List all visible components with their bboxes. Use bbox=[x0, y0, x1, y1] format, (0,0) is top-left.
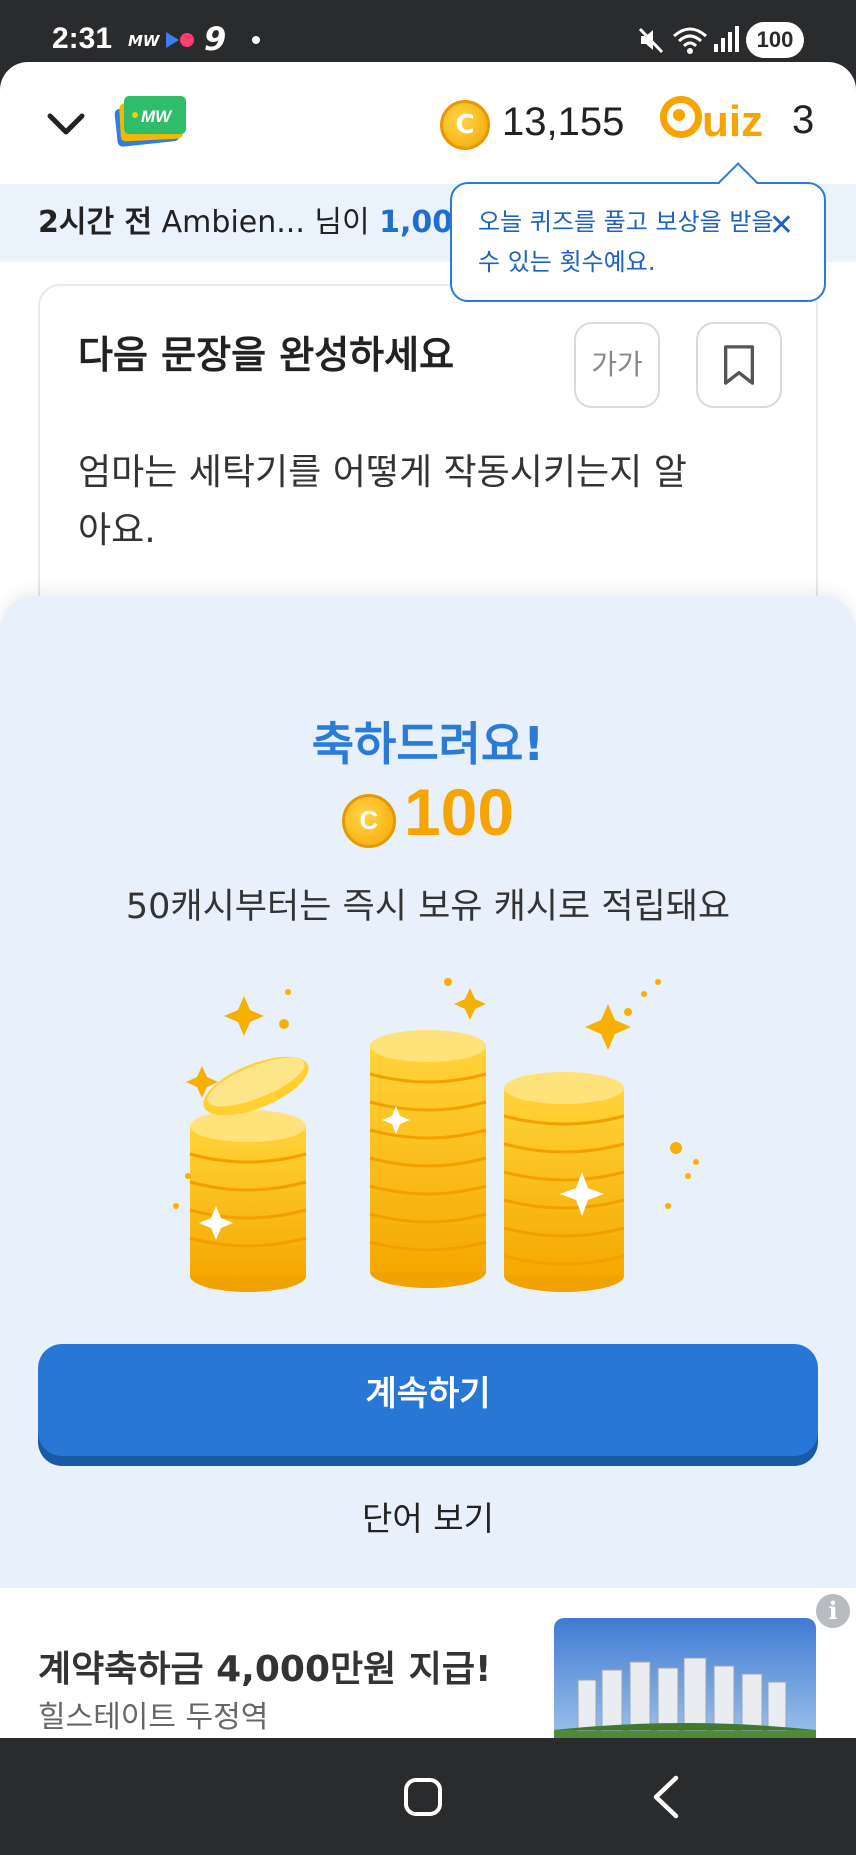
ticker-time: 2시간 전 bbox=[38, 205, 153, 240]
ticker-amount: 1,00 bbox=[379, 205, 454, 240]
home-icon[interactable] bbox=[404, 1778, 442, 1816]
app-logo: MW bbox=[114, 96, 186, 147]
notification-dot-icon bbox=[252, 36, 260, 44]
coin-icon: C bbox=[440, 100, 490, 150]
ad-title: 계약축하금 4,000만원 지급! bbox=[38, 1649, 492, 1690]
reward-title: 축하드려요! bbox=[311, 717, 545, 771]
ad-banner[interactable]: i 계약축하금 4,000만원 지급! 힐스테이트 두정역 bbox=[0, 1588, 856, 1738]
coin-stack-illustration bbox=[173, 978, 699, 1292]
wifi-icon bbox=[673, 27, 707, 54]
ad-info-icon[interactable]: i bbox=[816, 1594, 850, 1628]
quiz-count-tooltip: 오늘 퀴즈를 풀고 보상을 받을 수 있는 횟수예요. ✕ bbox=[450, 182, 826, 302]
question-sentence: 엄마는 세탁기를 어떻게 작동시키는지 알아요. bbox=[78, 452, 687, 551]
battery-indicator: 100 bbox=[746, 22, 804, 58]
quiz-q-icon bbox=[660, 96, 702, 138]
continue-button[interactable]: 계속하기 bbox=[38, 1344, 818, 1456]
coin-icon: C bbox=[341, 793, 396, 848]
logo-text: MW bbox=[141, 107, 173, 126]
tooltip-text: 오늘 퀴즈를 풀고 보상을 받을 수 있는 횟수예요. bbox=[478, 208, 774, 276]
ticker-text: Ambien... 님이 bbox=[152, 205, 380, 240]
font-size-button[interactable]: 가가 bbox=[574, 322, 660, 408]
view-words-link[interactable]: 단어 보기 bbox=[0, 1492, 856, 1540]
question-card: 다음 문장을 완성하세요 가가 엄마는 세탁기를 어떻게 작동시키는지 알아요. bbox=[38, 284, 818, 686]
question-title: 다음 문장을 완성하세요 bbox=[78, 333, 455, 377]
bookmark-icon bbox=[723, 345, 755, 385]
reward-notice: 50캐시부터는 즉시 보유 캐시로 적립돼요 bbox=[125, 887, 731, 927]
mute-icon bbox=[638, 27, 664, 54]
system-nav-bar bbox=[0, 1738, 856, 1855]
ad-subtitle: 힐스테이트 두정역 bbox=[38, 1700, 269, 1735]
bookmark-button[interactable] bbox=[696, 322, 782, 408]
coin-balance: 13,155 bbox=[502, 100, 625, 144]
ad-apartment-image[interactable] bbox=[554, 1618, 816, 1738]
back-icon[interactable] bbox=[646, 1774, 686, 1820]
close-icon[interactable]: ✕ bbox=[769, 206, 794, 246]
app-screen: MW C 13,155 uiz 3 2시간 전 Ambien... 님이 1,0… bbox=[0, 62, 856, 1738]
quiz-count: 3 bbox=[792, 98, 815, 142]
media-play-icon bbox=[166, 32, 179, 48]
app-nine-icon: 9 bbox=[204, 20, 227, 58]
reward-amount: 100 bbox=[403, 775, 515, 849]
reward-amount-row: C 100 bbox=[0, 774, 856, 850]
recording-dot-icon bbox=[180, 33, 194, 47]
signal-icon bbox=[714, 26, 739, 52]
reward-sheet: 축하드려요! C 100 50캐시부터는 즉시 보유 캐시로 적립돼요 계속하기… bbox=[0, 596, 856, 1588]
quiz-logo[interactable]: uiz bbox=[660, 96, 763, 148]
chevron-down-icon[interactable] bbox=[44, 102, 88, 146]
quiz-logo-text: uiz bbox=[702, 97, 764, 146]
mw-notification-icon: MW bbox=[128, 32, 160, 50]
status-time: 2:31 bbox=[52, 22, 113, 55]
top-bar: MW C 13,155 uiz 3 bbox=[0, 62, 856, 184]
